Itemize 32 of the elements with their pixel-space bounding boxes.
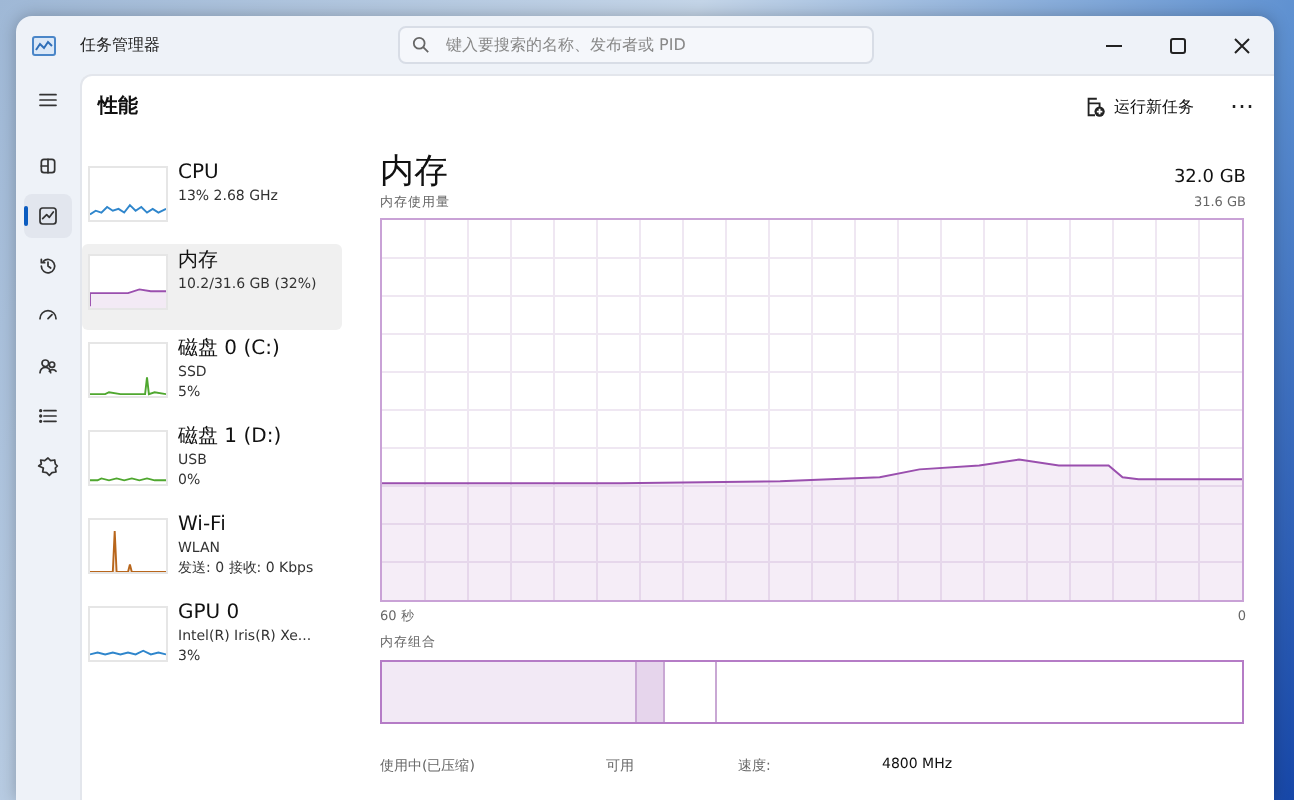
window-title: 任务管理器 bbox=[80, 34, 162, 56]
section-title: 内存 bbox=[380, 150, 448, 194]
memory-total: 32.0 GB bbox=[1173, 168, 1246, 188]
usage-sparkline bbox=[88, 342, 168, 398]
menu-icon bbox=[36, 88, 60, 112]
details-icon bbox=[36, 404, 60, 428]
performance-icon bbox=[36, 204, 60, 228]
device-name: 磁盘 1 (D:) bbox=[178, 424, 282, 450]
usage-sparkline bbox=[88, 166, 168, 222]
history-icon bbox=[36, 254, 60, 278]
device-name: CPU bbox=[178, 160, 221, 186]
more-button[interactable]: ⋯ bbox=[1226, 92, 1258, 120]
close-icon bbox=[1232, 35, 1252, 55]
usage-sparkline bbox=[88, 606, 168, 662]
users-icon bbox=[36, 354, 60, 378]
device-name: 磁盘 0 (C:) bbox=[178, 336, 280, 362]
device-name: GPU 0 bbox=[178, 600, 242, 626]
device-name: Wi-Fi bbox=[178, 512, 228, 538]
usage-sparkline bbox=[88, 518, 168, 574]
device-name: 内存 bbox=[178, 248, 220, 274]
processes-icon bbox=[36, 154, 60, 178]
page-title: 性能 bbox=[98, 93, 138, 120]
search-icon bbox=[412, 36, 430, 54]
usage-sparkline bbox=[88, 430, 168, 486]
search-field[interactable]: 键入要搜索的名称、发布者或 PID bbox=[398, 26, 874, 64]
services-icon bbox=[36, 454, 60, 478]
usage-sparkline bbox=[88, 254, 168, 310]
nav-button[interactable] bbox=[24, 194, 72, 238]
new-task-icon bbox=[1084, 95, 1106, 117]
app-icon bbox=[32, 33, 56, 57]
maximize-icon bbox=[1168, 35, 1188, 55]
run-task-button[interactable]: 运行新任务 bbox=[1076, 91, 1202, 121]
